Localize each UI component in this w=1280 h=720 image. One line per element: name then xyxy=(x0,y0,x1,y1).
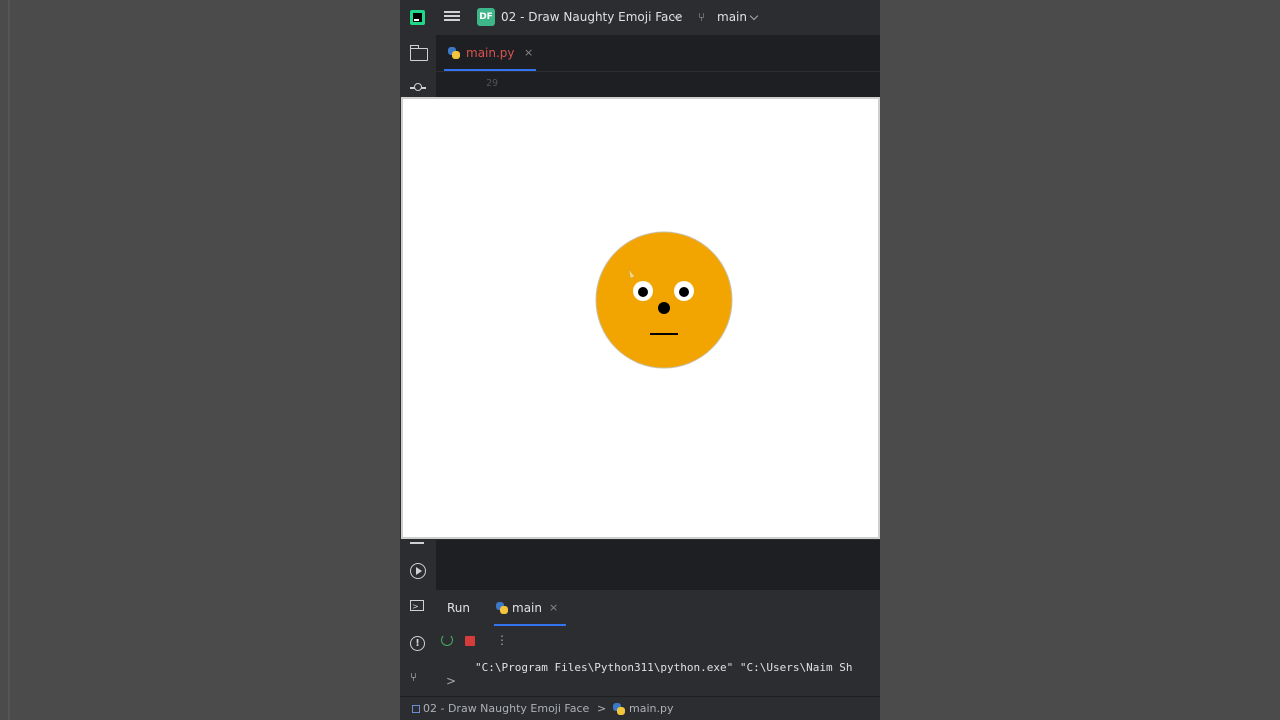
tab-label: main.py xyxy=(466,46,515,60)
title-bar: DF 02 - Draw Naughty Emoji Face ⑂ main xyxy=(400,0,880,35)
breadcrumb-project[interactable]: 02 - Draw Naughty Emoji Face xyxy=(423,702,589,715)
run-tab-label: main xyxy=(512,601,542,615)
console-command-line: "C:\Program Files\Python311\python.exe" … xyxy=(475,661,853,674)
commit-icon[interactable] xyxy=(410,83,426,91)
right-pupil xyxy=(679,287,689,297)
branch-chevron-down-icon[interactable] xyxy=(749,11,759,21)
project-name[interactable]: 02 - Draw Naughty Emoji Face xyxy=(501,10,682,24)
hamburger-menu-icon[interactable] xyxy=(444,9,460,25)
tab-main-py[interactable]: main.py × xyxy=(444,35,536,71)
breadcrumb-separator: > xyxy=(597,702,607,715)
turtle-graphics-window[interactable] xyxy=(401,97,880,539)
console-output[interactable]: > "C:\Program Files\Python311\python.exe… xyxy=(436,656,880,696)
run-tab-close-icon[interactable]: × xyxy=(549,601,558,614)
branch-icon[interactable]: ⑂ xyxy=(698,10,712,24)
project-folder-icon[interactable] xyxy=(409,45,428,61)
app-logo-icon[interactable] xyxy=(410,10,425,25)
stop-icon[interactable] xyxy=(465,636,475,646)
rerun-icon[interactable] xyxy=(441,634,453,646)
left-pupil xyxy=(638,287,648,297)
turtle-canvas xyxy=(595,231,733,369)
run-toolbar: ⋮ xyxy=(436,626,880,656)
git-icon[interactable]: ⑂ xyxy=(410,670,424,684)
run-tab-main[interactable]: main × xyxy=(494,590,566,626)
ide-window: DF 02 - Draw Naughty Emoji Face ⑂ main m… xyxy=(400,0,880,720)
emoji-face xyxy=(595,231,733,369)
nose xyxy=(658,302,670,314)
console-prompt: > xyxy=(446,674,457,688)
run-tool-icon[interactable] xyxy=(410,563,426,579)
project-badge[interactable]: DF xyxy=(477,8,495,26)
python-file-icon xyxy=(448,47,460,59)
left-edge-divider xyxy=(8,0,10,720)
run-panel-header: Run main × xyxy=(436,590,880,626)
lower-panel-bar xyxy=(436,539,880,590)
line-number: 29 xyxy=(486,78,499,89)
branch-name[interactable]: main xyxy=(717,10,747,24)
status-bar: 02 - Draw Naughty Emoji Face > main.py xyxy=(400,696,880,720)
left-blur-background xyxy=(0,0,400,720)
python-run-icon xyxy=(496,602,508,614)
breadcrumb-file[interactable]: main.py xyxy=(629,702,673,715)
more-options-icon[interactable]: ⋮ xyxy=(496,633,508,647)
run-panel-title: Run xyxy=(447,601,471,615)
problems-icon[interactable]: ! xyxy=(410,636,425,651)
editor-tabs: main.py × xyxy=(436,35,880,71)
tab-close-icon[interactable]: × xyxy=(524,46,533,59)
layers-icon[interactable] xyxy=(410,536,424,544)
editor-gutter: 29 xyxy=(436,71,880,98)
right-blur-background xyxy=(880,0,1280,720)
project-module-icon xyxy=(412,705,420,713)
terminal-icon[interactable]: > xyxy=(410,600,424,611)
breadcrumb-python-icon xyxy=(613,703,625,715)
